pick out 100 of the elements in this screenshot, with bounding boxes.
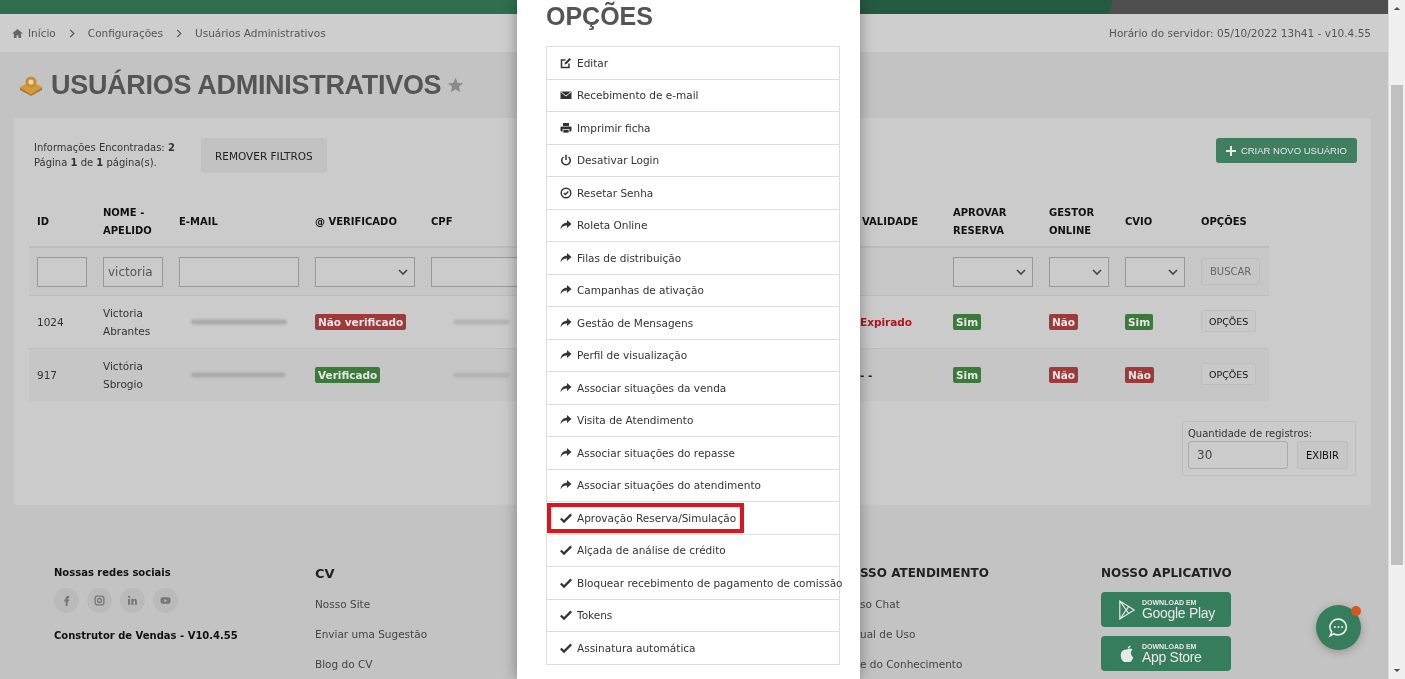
validity-text: Expirado [860, 316, 913, 328]
column-header: GESTOR ONLINE [1049, 207, 1095, 236]
table-cell: 917 [37, 369, 58, 381]
filter-field[interactable] [37, 256, 87, 287]
options-button[interactable]: OPÇÕES [1201, 310, 1257, 333]
share-arrow-icon [560, 316, 572, 329]
column-header: E-MAIL [179, 216, 218, 227]
filter-dropdown[interactable] [953, 256, 1033, 287]
share-arrow-icon [560, 446, 572, 459]
results-summary: Página 1 de 1 página(s). [34, 156, 158, 170]
page-size-field[interactable]: 30 [1188, 441, 1288, 469]
breadcrumb-link[interactable]: Configurações [87, 27, 164, 39]
play-icon [1118, 599, 1136, 620]
filter-dropdown[interactable] [315, 256, 415, 287]
create-user-button[interactable]: CRIAR NOVO USUÁRIO [1215, 138, 1357, 163]
menu-item[interactable]: Assinatura automática [547, 632, 839, 665]
plus-icon [1225, 145, 1236, 156]
footer-heading: CV [315, 566, 335, 583]
menu-item[interactable]: Editar [547, 47, 839, 80]
menu-item[interactable]: Associar situações da venda [547, 372, 839, 405]
breadcrumb-link[interactable]: Usuários Administrativos [195, 27, 326, 39]
status-badge: Não [1049, 367, 1079, 383]
filter-dropdown[interactable] [1125, 256, 1185, 287]
chevron-down-icon [1016, 268, 1026, 275]
share-arrow-icon [560, 251, 572, 264]
page-size-label: Quantidade de registros: [1188, 428, 1314, 439]
column-header: VALIDADE [862, 216, 919, 227]
menu-item[interactable]: Perfil de visualização [547, 339, 839, 372]
status-badge: Não [1125, 367, 1155, 383]
instagram-icon[interactable] [87, 588, 112, 613]
apple-icon [1118, 643, 1136, 664]
results-summary: Informações Encontradas: 2 [34, 141, 175, 155]
facebook-icon[interactable] [54, 588, 79, 613]
search-button[interactable]: BUSCAR [1201, 258, 1261, 285]
menu-item[interactable]: Campanhas de ativação [547, 274, 839, 307]
box-gear-icon [19, 74, 43, 96]
filter-field[interactable]: victoria [103, 256, 163, 287]
footer-link[interactable]: so Chat [860, 598, 900, 618]
menu-item[interactable]: Associar situações do repasse [547, 437, 839, 470]
table-cell-text: Victória Sbrogio [103, 359, 144, 392]
footer-heading: NOSSO APLICATIVO [1101, 566, 1232, 582]
filter-dropdown[interactable] [1049, 256, 1109, 287]
filter-field[interactable] [179, 256, 299, 287]
page-title: USUÁRIOS ADMINISTRATIVOS [51, 69, 442, 101]
scroll-down-icon[interactable] [1393, 668, 1401, 673]
footer-link[interactable]: e do Conhecimento [860, 658, 963, 678]
options-button[interactable]: OPÇÕES [1201, 363, 1257, 386]
chat-button[interactable] [1316, 605, 1361, 650]
menu-item[interactable]: Roleta Online [547, 209, 839, 242]
menu-item[interactable]: Alçada de análise de crédito [547, 534, 839, 567]
menu-item[interactable]: Associar situações do atendimento [547, 469, 839, 502]
menu-item[interactable]: Filas de distribuição [547, 242, 839, 275]
menu-item[interactable]: Desativar Login [547, 144, 839, 177]
check-circle-icon [560, 186, 572, 199]
edit-icon [560, 56, 572, 69]
chevron-right-icon [68, 28, 75, 38]
footer-link[interactable]: ual de Uso [860, 628, 916, 648]
chevron-down-icon [1092, 268, 1102, 275]
check-icon [560, 641, 572, 654]
footer-link[interactable]: Nosso Site [315, 598, 371, 618]
printer-icon [560, 121, 572, 134]
footer-link[interactable]: Blog do CV [315, 658, 373, 678]
status-badge: Sim [1125, 314, 1154, 330]
check-icon [560, 544, 572, 557]
menu-item[interactable]: Recebimento de e-mail [547, 79, 839, 112]
power-icon [560, 154, 572, 167]
breadcrumb-link[interactable]: Início [28, 27, 56, 39]
envelope-icon [560, 89, 572, 102]
home-icon [12, 28, 23, 38]
menu-item[interactable]: Resetar Senha [547, 177, 839, 210]
column-header: APROVAR RESERVA [953, 207, 1007, 236]
table-cell-text: Victoria Abrantes [103, 306, 152, 339]
version-text: Construtor de Vendas - V10.4.55 [54, 630, 238, 641]
column-header: @ VERIFICADO [315, 216, 397, 227]
scrollbar[interactable] [1388, 0, 1405, 679]
menu-item[interactable]: Visita de Atendimento [547, 404, 839, 437]
column-header: CPF [431, 216, 453, 227]
scroll-up-icon[interactable] [1393, 6, 1401, 11]
show-button[interactable]: EXIBIR [1297, 441, 1348, 469]
menu-item[interactable]: Gestão de Mensagens [547, 307, 839, 340]
check-icon [560, 511, 572, 524]
youtube-icon[interactable] [153, 588, 178, 613]
check-icon [560, 576, 572, 589]
status-badge: Sim [953, 314, 982, 330]
column-header: ID [37, 216, 50, 227]
remove-filters-button[interactable]: REMOVER FILTROS [200, 138, 327, 173]
chat-bubble-icon [1328, 617, 1349, 638]
scroll-thumb[interactable] [1391, 85, 1403, 565]
menu-item[interactable]: Tokens [547, 599, 839, 632]
column-header: CVIO [1125, 216, 1153, 227]
column-header: OPÇÕES [1201, 216, 1247, 227]
server-time: Horário do servidor: 05/10/2022 13h41 - v10.4.55 [1109, 27, 1371, 39]
chevron-right-icon [176, 28, 183, 38]
menu-item[interactable]: Imprimir ficha [547, 112, 839, 145]
footer-link[interactable]: Enviar uma Sugestão [315, 628, 428, 648]
status-badge: Não verificado [315, 314, 407, 330]
linkedin-icon[interactable] [120, 588, 145, 613]
column-header: NOME - APELIDO [103, 207, 152, 236]
status-badge: Verificado [315, 367, 381, 383]
star-icon[interactable] [447, 76, 465, 94]
